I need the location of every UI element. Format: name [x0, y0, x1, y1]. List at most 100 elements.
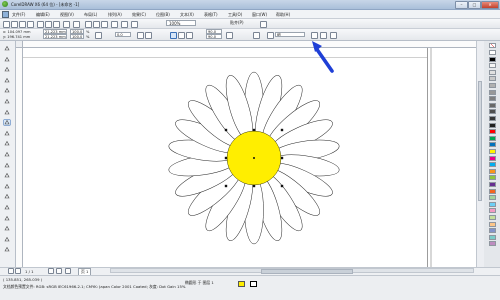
menu-item-4[interactable]: 排列(A) — [108, 12, 122, 18]
vertical-scrollbar[interactable] — [476, 41, 484, 267]
palette-swatch[interactable] — [489, 188, 496, 194]
basic-shapes-tool-icon[interactable] — [3, 140, 11, 147]
palette-swatch[interactable] — [489, 182, 496, 187]
palette-swatch[interactable] — [489, 96, 496, 102]
palette-swatch[interactable] — [489, 162, 496, 168]
palette-swatch[interactable] — [489, 168, 496, 174]
interactive-fill-tool-icon[interactable] — [3, 236, 11, 243]
maximize-button[interactable]: □ — [468, 1, 481, 9]
first-page-icon[interactable] — [8, 268, 14, 274]
menu-item-9[interactable]: 工具(O) — [228, 12, 242, 18]
text-tool-icon[interactable] — [3, 151, 11, 158]
selection-handle[interactable] — [224, 128, 228, 132]
palette-swatch[interactable] — [489, 215, 496, 220]
vertical-ruler[interactable] — [16, 47, 23, 267]
vertical-scroll-thumb[interactable] — [478, 81, 482, 201]
horizontal-scrollbar[interactable] — [110, 268, 474, 274]
rectangle-tool-icon[interactable] — [3, 109, 11, 116]
zoom-level-select[interactable]: 100% — [166, 20, 196, 26]
copy-icon[interactable] — [45, 21, 52, 28]
no-color-swatch[interactable] — [489, 43, 496, 48]
palette-swatch[interactable] — [489, 228, 496, 234]
palette-swatch[interactable] — [489, 116, 496, 121]
import-icon[interactable] — [93, 21, 100, 28]
convert-to-curves-icon[interactable] — [330, 32, 337, 39]
selection-handle[interactable] — [252, 184, 256, 188]
freehand-tool-icon[interactable] — [3, 87, 11, 94]
menu-item-10[interactable]: 窗口(W) — [252, 12, 267, 18]
menu-item-2[interactable]: 视图(V) — [60, 12, 74, 18]
palette-swatch[interactable] — [489, 149, 496, 154]
document-color-profile[interactable]: 文档颜色预置文件: RGB: sRGB IEC61966-2.1; CMYK: … — [3, 284, 185, 290]
fill-tool-icon[interactable] — [3, 225, 11, 232]
outline-tool-icon[interactable] — [3, 215, 11, 222]
x-position-field[interactable]: x: 104.097 mm — [3, 30, 31, 34]
open-icon[interactable] — [11, 21, 18, 28]
palette-swatch[interactable] — [489, 135, 496, 141]
print-icon[interactable] — [27, 21, 34, 28]
menu-item-6[interactable]: 位图(B) — [156, 12, 170, 18]
application-launcher-icon[interactable] — [121, 21, 128, 28]
close-button[interactable]: ✕ — [481, 1, 499, 9]
palette-swatch[interactable] — [489, 83, 496, 88]
pie-mode-icon[interactable] — [178, 32, 185, 39]
to-front-icon[interactable] — [311, 32, 318, 39]
selection-handle[interactable] — [224, 184, 228, 188]
eyedropper-tool-icon[interactable] — [3, 204, 11, 211]
next-page-icon[interactable] — [48, 268, 54, 274]
save-icon[interactable] — [19, 21, 26, 28]
change-direction-icon[interactable] — [226, 32, 233, 39]
welcome-screen-icon[interactable] — [131, 21, 138, 28]
palette-swatch[interactable] — [489, 241, 496, 247]
undo-icon[interactable] — [63, 21, 70, 28]
smart-drawing-tool-icon[interactable] — [3, 246, 11, 253]
palette-swatch[interactable] — [489, 109, 496, 115]
palette-swatch[interactable] — [489, 76, 496, 82]
palette-swatch[interactable] — [489, 155, 496, 161]
rotation-angle-field[interactable]: 0.0 — [115, 32, 131, 37]
palette-swatch[interactable] — [489, 208, 496, 214]
selection-handle[interactable] — [280, 184, 284, 188]
ellipse-mode-icon[interactable] — [170, 32, 177, 39]
horizontal-ruler[interactable] — [16, 41, 476, 48]
palette-swatch[interactable] — [489, 102, 496, 108]
paste-icon[interactable] — [53, 21, 60, 28]
publish-pdf-icon[interactable] — [111, 21, 118, 28]
snap-to-dropdown[interactable]: 贴齐(P) — [228, 20, 254, 26]
end-angle-field[interactable]: 90.0 — [206, 34, 222, 39]
table-tool-icon[interactable] — [3, 162, 11, 169]
menu-item-5[interactable]: 效果(C) — [132, 12, 146, 18]
scale-height-field[interactable]: 100.0 — [70, 34, 84, 39]
zoom-tool-icon[interactable] — [3, 77, 11, 84]
new-document-icon[interactable] — [3, 21, 10, 28]
redo-icon[interactable] — [73, 21, 80, 28]
palette-swatch[interactable] — [489, 201, 496, 207]
shape-tool-icon[interactable] — [3, 56, 11, 63]
selection-handle[interactable] — [280, 156, 284, 160]
palette-swatch[interactable] — [489, 63, 496, 69]
palette-swatch[interactable] — [489, 195, 496, 201]
palette-swatch[interactable] — [489, 234, 496, 240]
palette-swatch[interactable] — [489, 129, 496, 135]
last-page-icon[interactable] — [56, 268, 62, 274]
ruler-origin-icon[interactable] — [16, 41, 23, 48]
palette-swatch[interactable] — [489, 175, 496, 181]
palette-swatch[interactable] — [489, 221, 496, 227]
selection-handle[interactable] — [224, 156, 228, 160]
connector-tool-icon[interactable] — [3, 183, 11, 190]
ellipse-tool-icon[interactable] — [3, 119, 11, 126]
arc-mode-icon[interactable] — [186, 32, 193, 39]
dimension-tool-icon[interactable] — [3, 172, 11, 179]
search-content-icon[interactable] — [85, 21, 92, 28]
export-icon[interactable] — [101, 21, 108, 28]
text-wrap-icon[interactable] — [253, 32, 260, 39]
horizontal-scroll-thumb[interactable] — [261, 269, 353, 274]
outline-width-select[interactable]: 细 — [275, 32, 305, 37]
cut-icon[interactable] — [37, 21, 44, 28]
options-icon[interactable] — [260, 21, 267, 28]
smart-fill-tool-icon[interactable] — [3, 98, 11, 105]
selection-handle[interactable] — [252, 128, 256, 132]
to-back-icon[interactable] — [320, 32, 327, 39]
palette-swatch[interactable] — [489, 69, 496, 75]
menu-item-7[interactable]: 文本(X) — [180, 12, 194, 18]
